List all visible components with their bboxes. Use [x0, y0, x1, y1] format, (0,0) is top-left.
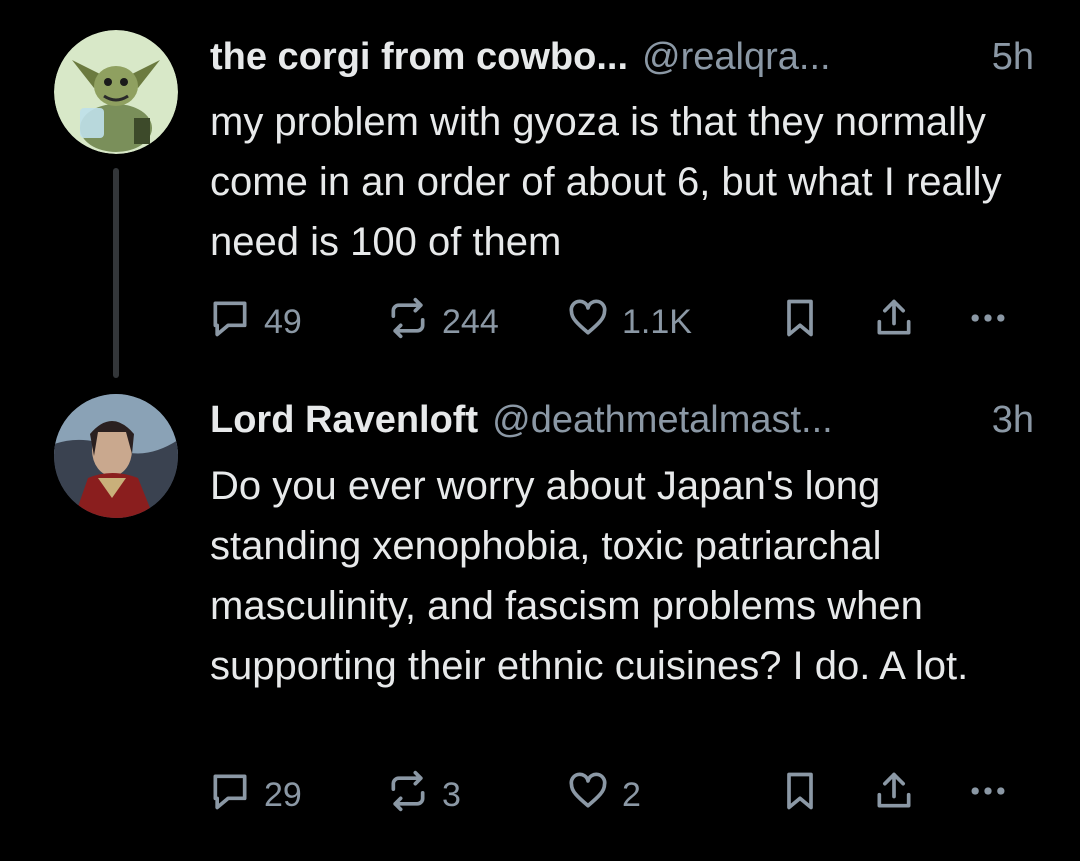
share-button[interactable]	[872, 770, 916, 820]
share-button[interactable]	[872, 297, 916, 347]
avatar[interactable]	[54, 394, 178, 518]
like-button[interactable]: 2	[566, 770, 641, 820]
retweet-count: 3	[442, 775, 461, 814]
display-name[interactable]: Lord Ravenloft	[210, 395, 478, 445]
tweet-text: Do you ever worry about Japan's long sta…	[210, 464, 969, 688]
bookmark-button[interactable]	[778, 770, 822, 820]
more-button[interactable]	[966, 297, 1010, 347]
retweet-button[interactable]: 3	[386, 770, 461, 820]
like-count: 2	[622, 775, 641, 814]
bookmark-icon	[778, 296, 822, 349]
heart-icon	[566, 769, 610, 822]
retweet-button[interactable]: 244	[386, 297, 499, 347]
speech-bubble-icon	[208, 769, 252, 822]
bookmark-icon	[778, 769, 822, 822]
timestamp[interactable]: 3h	[992, 395, 1034, 445]
timestamp[interactable]: 5h	[992, 32, 1034, 82]
tweet-header: the corgi from cowbo... @realqra... 5h	[210, 32, 1034, 82]
tweet[interactable]: the corgi from cowbo... @realqra... 5h m…	[0, 0, 1080, 390]
tweet-actions: 29 3 2	[0, 770, 1080, 820]
heart-icon	[566, 296, 610, 349]
like-button[interactable]: 1.1K	[566, 297, 692, 347]
reply-count: 49	[264, 302, 302, 341]
reply-button[interactable]: 49	[208, 297, 302, 347]
retweet-arrows-icon	[386, 769, 430, 822]
ellipsis-icon	[966, 296, 1010, 349]
handle[interactable]: @realqra...	[642, 32, 831, 82]
like-count: 1.1K	[622, 302, 692, 341]
tweet[interactable]: Lord Ravenloft @deathmetalmast... 3h Do …	[0, 390, 1080, 861]
reply-button[interactable]: 29	[208, 770, 302, 820]
bookmark-button[interactable]	[778, 297, 822, 347]
tweet-header: Lord Ravenloft @deathmetalmast... 3h	[210, 395, 1034, 445]
tweet-text: my problem with gyoza is that they norma…	[210, 100, 1002, 264]
avatar[interactable]	[54, 30, 178, 154]
tweet-actions: 49 244 1.1K	[0, 297, 1080, 347]
more-button[interactable]	[966, 770, 1010, 820]
share-upload-icon	[872, 769, 916, 822]
ellipsis-icon	[966, 769, 1010, 822]
retweet-count: 244	[442, 302, 499, 341]
display-name[interactable]: the corgi from cowbo...	[210, 32, 628, 82]
speech-bubble-icon	[208, 296, 252, 349]
share-upload-icon	[872, 296, 916, 349]
retweet-arrows-icon	[386, 296, 430, 349]
handle[interactable]: @deathmetalmast...	[492, 395, 833, 445]
reply-count: 29	[264, 775, 302, 814]
